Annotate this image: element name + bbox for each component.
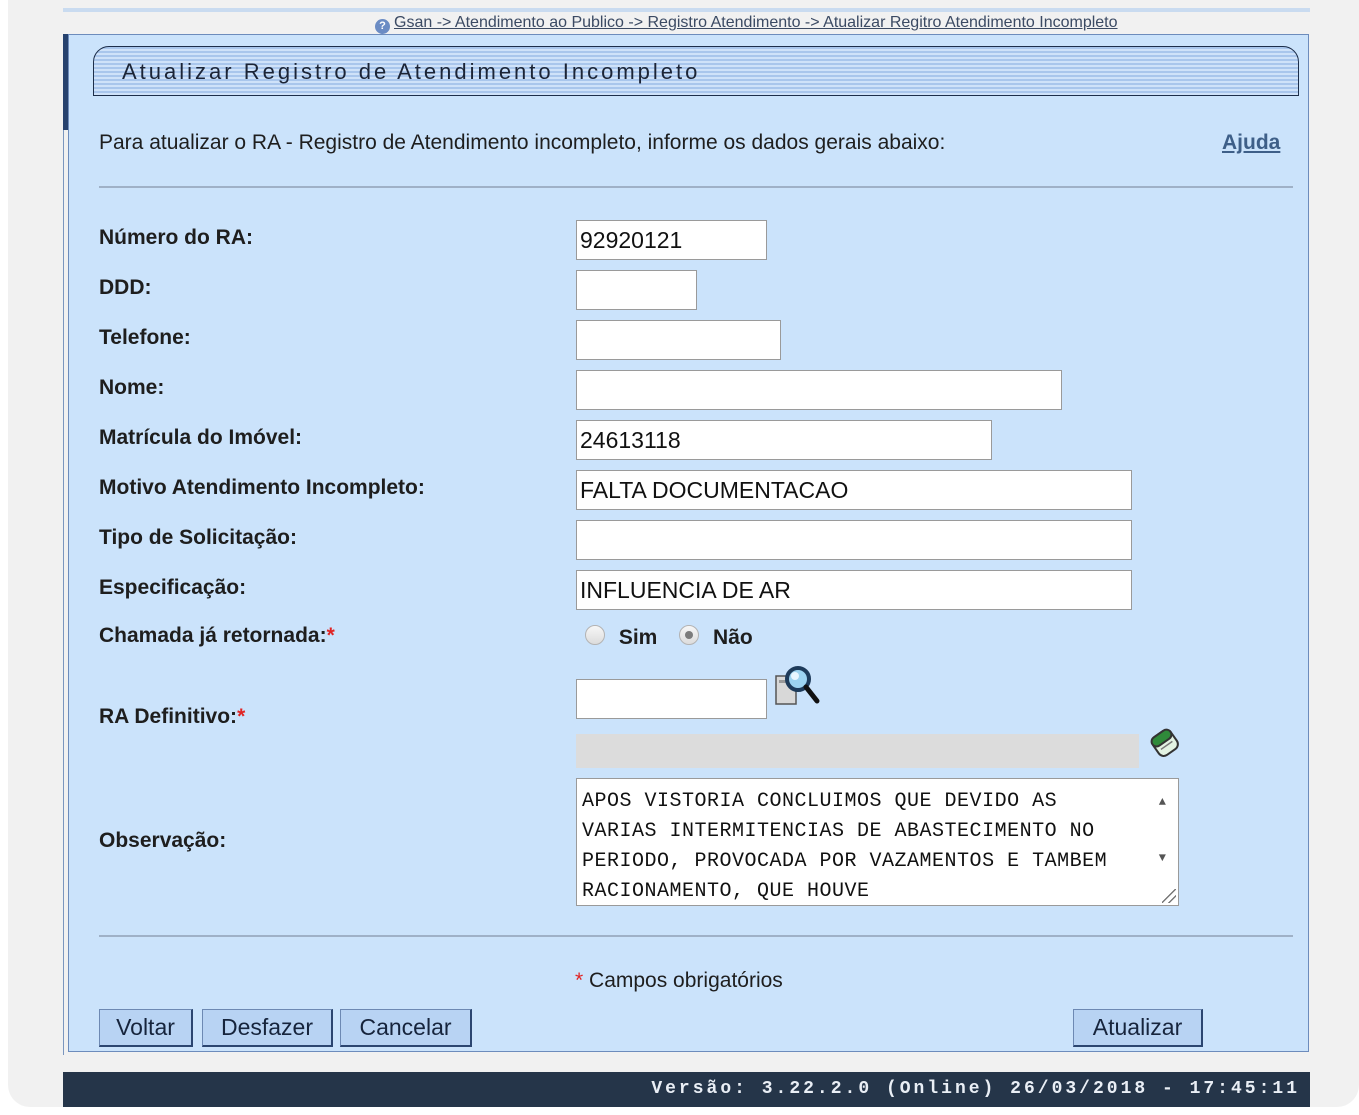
help-icon: ? [375, 19, 390, 34]
especificacao-field[interactable]: INFLUENCIA DE AR [576, 570, 1132, 610]
numero-ra-field[interactable]: 92920121 [576, 220, 767, 260]
tipo-solicitacao-field[interactable] [576, 520, 1132, 560]
desfazer-button[interactable]: Desfazer [202, 1009, 333, 1047]
label-tipo-solicitacao: Tipo de Solicitação: [99, 526, 297, 549]
version-text: Versão: 3.22.2.0 (Online) 26/03/2018 - 1… [651, 1079, 1300, 1099]
radio-nao[interactable] [679, 625, 700, 645]
label-numero-ra: Número do RA: [99, 226, 253, 249]
footer-bar: Versão: 3.22.2.0 (Online) 26/03/2018 - 1… [63, 1072, 1310, 1107]
required-marker: * [575, 969, 584, 992]
label-telefone: Telefone: [99, 326, 191, 349]
telefone-field[interactable] [576, 320, 781, 360]
label-observacao: Observação: [99, 829, 227, 852]
ra-definitivo-field[interactable] [576, 679, 767, 719]
voltar-button[interactable]: Voltar [99, 1009, 193, 1047]
ra-definitivo-label-text: RA Definitivo: [99, 705, 238, 728]
required-note: * Campos obrigatórios [575, 969, 783, 993]
required-note-text: Campos obrigatórios [589, 969, 783, 992]
divider-top [99, 186, 1293, 188]
required-marker: * [326, 624, 335, 647]
radio-sim-label: Sim [618, 626, 658, 649]
label-nome: Nome: [99, 376, 165, 399]
required-marker: * [237, 705, 246, 728]
top-bar [63, 8, 1310, 12]
divider-bottom [99, 935, 1293, 937]
page-title: Atualizar Registro de Atendimento Incomp… [122, 59, 701, 84]
ra-definitivo-description [576, 734, 1139, 768]
label-motivo: Motivo Atendimento Incompleto: [99, 476, 425, 499]
eraser-icon[interactable] [1147, 721, 1185, 761]
ddd-field[interactable] [576, 270, 697, 310]
title-bar: Atualizar Registro de Atendimento Incomp… [93, 46, 1299, 96]
breadcrumb-text[interactable]: Gsan -> Atendimento ao Publico -> Regist… [394, 14, 1118, 31]
search-icon[interactable] [773, 664, 821, 708]
intro-text: Para atualizar o RA - Registro de Atendi… [99, 131, 946, 154]
label-especificacao: Especificação: [99, 576, 247, 599]
chamada-retornada-radio-group: Sim Não [585, 625, 753, 650]
left-rule [63, 130, 64, 1055]
chamada-retornada-label-text: Chamada já retornada: [99, 624, 327, 647]
nome-field[interactable] [576, 370, 1062, 410]
label-matricula: Matrícula do Imóvel: [99, 426, 303, 449]
scroll-down-icon[interactable]: ▼ [1159, 843, 1166, 873]
motivo-field[interactable]: FALTA DOCUMENTACAO [576, 470, 1132, 510]
resize-grip-icon[interactable] [1162, 889, 1176, 903]
label-chamada-retornada: Chamada já retornada:* [99, 624, 335, 648]
radio-sim[interactable] [585, 625, 605, 645]
breadcrumb[interactable]: ? Gsan -> Atendimento ao Publico -> Regis… [375, 14, 1309, 34]
atualizar-button[interactable]: Atualizar [1073, 1009, 1203, 1047]
matricula-field[interactable]: 24613118 [576, 420, 992, 460]
label-ddd: DDD: [99, 276, 152, 299]
help-link[interactable]: Ajuda [1222, 131, 1280, 155]
observacao-text: APOS VISTORIA CONCLUIMOS QUE DEVIDO AS V… [582, 790, 1108, 903]
observacao-textarea[interactable]: APOS VISTORIA CONCLUIMOS QUE DEVIDO AS V… [576, 778, 1179, 906]
label-ra-definitivo: RA Definitivo:* [99, 705, 245, 729]
form-panel: Atualizar Registro de Atendimento Incomp… [68, 34, 1309, 1052]
scroll-up-icon[interactable]: ▲ [1159, 787, 1166, 817]
cancelar-button[interactable]: Cancelar [340, 1009, 472, 1047]
radio-nao-label: Não [713, 626, 753, 649]
